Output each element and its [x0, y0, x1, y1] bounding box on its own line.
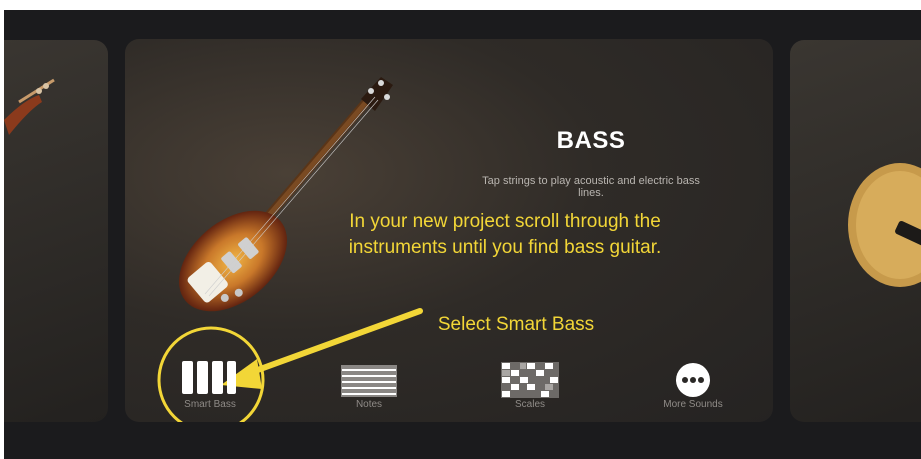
- instrument-card-previous[interactable]: [4, 40, 108, 422]
- more-icon: [676, 363, 710, 397]
- option-label-scales[interactable]: Scales: [475, 399, 585, 410]
- option-label-more-sounds[interactable]: More Sounds: [638, 399, 748, 410]
- instrument-card-bass[interactable]: BASS Tap strings to play acoustic and el…: [125, 39, 773, 422]
- option-label-smart-bass[interactable]: Smart Bass: [155, 399, 265, 410]
- notes-icon: [341, 365, 397, 397]
- instrument-description: Tap strings to play acoustic and electri…: [482, 175, 700, 199]
- violin-image: [4, 78, 55, 135]
- instruction-annotation: In your new project scroll through the i…: [348, 211, 662, 258]
- instrument-card-next[interactable]: [790, 40, 921, 422]
- scales-button[interactable]: [501, 362, 559, 398]
- scales-icon: [501, 362, 559, 398]
- acoustic-guitar-image: [848, 163, 921, 287]
- notes-button[interactable]: [341, 365, 397, 397]
- more-sounds-button[interactable]: [675, 362, 711, 398]
- instrument-title: BASS: [556, 127, 626, 154]
- option-label-notes[interactable]: Notes: [314, 399, 424, 410]
- instrument-browser: BASS Tap strings to play acoustic and el…: [4, 10, 921, 459]
- smart-bass-icon: [182, 361, 236, 394]
- callout-annotation: Select Smart Bass: [437, 314, 595, 335]
- smart-bass-button[interactable]: [180, 357, 238, 397]
